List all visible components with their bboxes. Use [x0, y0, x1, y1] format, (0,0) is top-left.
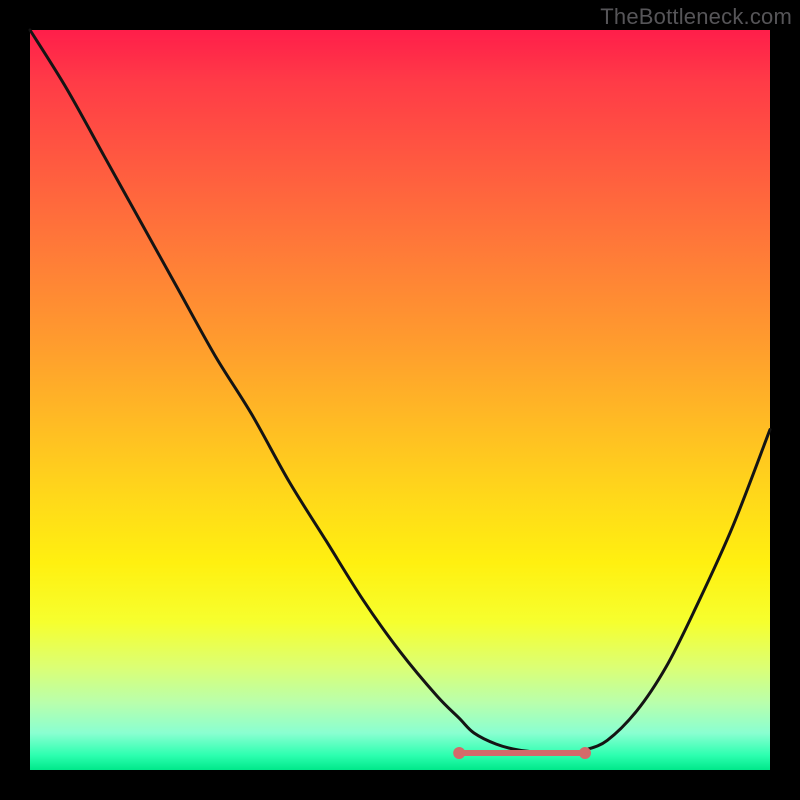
watermark-text: TheBottleneck.com — [600, 4, 792, 30]
optimal-range-dot-left — [453, 747, 465, 759]
chart-svg — [30, 30, 770, 770]
gradient-plot-area — [30, 30, 770, 770]
bottleneck-curve — [30, 30, 770, 753]
optimal-range-dot-right — [579, 747, 591, 759]
chart-frame: TheBottleneck.com — [0, 0, 800, 800]
